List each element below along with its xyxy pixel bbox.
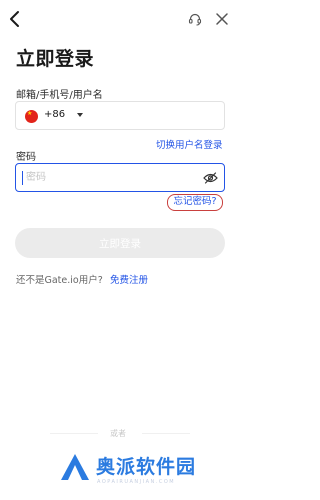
- switch-username-login-link[interactable]: 切换用户名登录: [156, 137, 223, 151]
- account-input[interactable]: [94, 106, 219, 125]
- top-bar: [0, 0, 241, 40]
- register-prompt: 还不是Gate.io用户?: [16, 275, 103, 286]
- account-field[interactable]: ★ +86: [15, 101, 225, 130]
- china-flag-icon[interactable]: ★: [25, 110, 38, 123]
- divider-left: [50, 433, 98, 434]
- forgot-password-link[interactable]: 忘记密码?: [167, 194, 223, 211]
- text-cursor: [22, 171, 23, 185]
- watermark-logo-icon: [61, 454, 89, 480]
- or-divider-text: 或者: [110, 429, 126, 438]
- eye-off-icon[interactable]: [203, 172, 218, 184]
- divider-right: [142, 433, 190, 434]
- free-register-link[interactable]: 免费注册: [110, 272, 148, 286]
- headset-icon[interactable]: [188, 12, 202, 26]
- account-label: 邮箱/手机号/用户名: [16, 90, 103, 101]
- watermark-text: 奥派软件园: [96, 456, 197, 478]
- password-field[interactable]: [15, 163, 225, 192]
- chevron-down-icon[interactable]: [77, 113, 83, 117]
- close-icon[interactable]: [215, 12, 229, 26]
- page-title: 立即登录: [16, 48, 95, 70]
- password-label: 密码: [16, 152, 36, 163]
- chevron-left-icon[interactable]: [8, 10, 22, 28]
- country-code[interactable]: +86: [44, 109, 65, 120]
- login-button[interactable]: 立即登录: [15, 228, 225, 258]
- password-input[interactable]: [26, 168, 196, 187]
- watermark-subtext: AOPAIRUANJIAN.COM: [97, 479, 176, 485]
